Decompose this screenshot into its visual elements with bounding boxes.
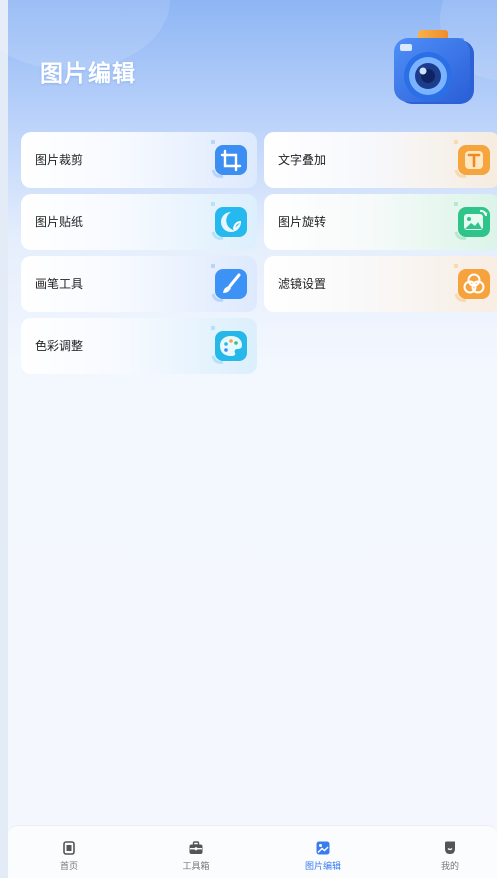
bottom-tab-bar: 首页 工具箱 图片编辑 我的 <box>8 825 497 878</box>
brush-icon <box>211 264 247 302</box>
tab-toolbox[interactable]: 工具箱 <box>135 826 257 878</box>
palette-icon <box>211 326 247 364</box>
profile-icon <box>445 841 455 854</box>
camera-illustration <box>394 30 474 104</box>
feature-card-filter[interactable]: 滤镜设置 <box>264 256 497 312</box>
feature-card-color[interactable]: 色彩调整 <box>21 318 257 374</box>
tab-home[interactable]: 首页 <box>8 826 130 878</box>
feature-card-crop[interactable]: 图片裁剪 <box>21 132 257 188</box>
app-screen: 图片编辑 图片裁剪 文字叠加 图片贴纸 图片旋转 画笔工具 滤镜设置 色彩调整 … <box>0 0 497 878</box>
feature-label: 文字叠加 <box>278 153 327 167</box>
toolbox-icon <box>189 841 203 854</box>
sticker-icon <box>211 202 247 240</box>
tab-profile[interactable]: 我的 <box>389 826 497 878</box>
crop-icon <box>211 140 247 178</box>
feature-card-text[interactable]: 文字叠加 <box>264 132 497 188</box>
tab-label: 首页 <box>59 862 78 872</box>
text-icon <box>454 140 490 178</box>
feature-label: 滤镜设置 <box>278 277 327 291</box>
tab-image-edit[interactable]: 图片编辑 <box>262 826 384 878</box>
feature-card-rotate[interactable]: 图片旋转 <box>264 194 497 250</box>
feature-label: 图片旋转 <box>278 215 327 229</box>
home-icon <box>63 841 75 855</box>
tab-label: 工具箱 <box>182 862 210 872</box>
image-edit-icon <box>316 841 330 855</box>
image-rotate-icon <box>454 202 490 240</box>
feature-card-sticker[interactable]: 图片贴纸 <box>21 194 257 250</box>
feature-label: 图片裁剪 <box>35 153 84 167</box>
feature-card-brush[interactable]: 画笔工具 <box>21 256 257 312</box>
feature-label: 色彩调整 <box>35 339 84 353</box>
page-title: 图片编辑 <box>40 61 136 87</box>
feature-label: 画笔工具 <box>35 277 84 291</box>
tab-label: 图片编辑 <box>304 862 341 872</box>
feature-label: 图片贴纸 <box>35 215 84 229</box>
filter-icon <box>454 264 490 302</box>
tab-label: 我的 <box>440 862 459 872</box>
left-edge <box>0 0 8 878</box>
